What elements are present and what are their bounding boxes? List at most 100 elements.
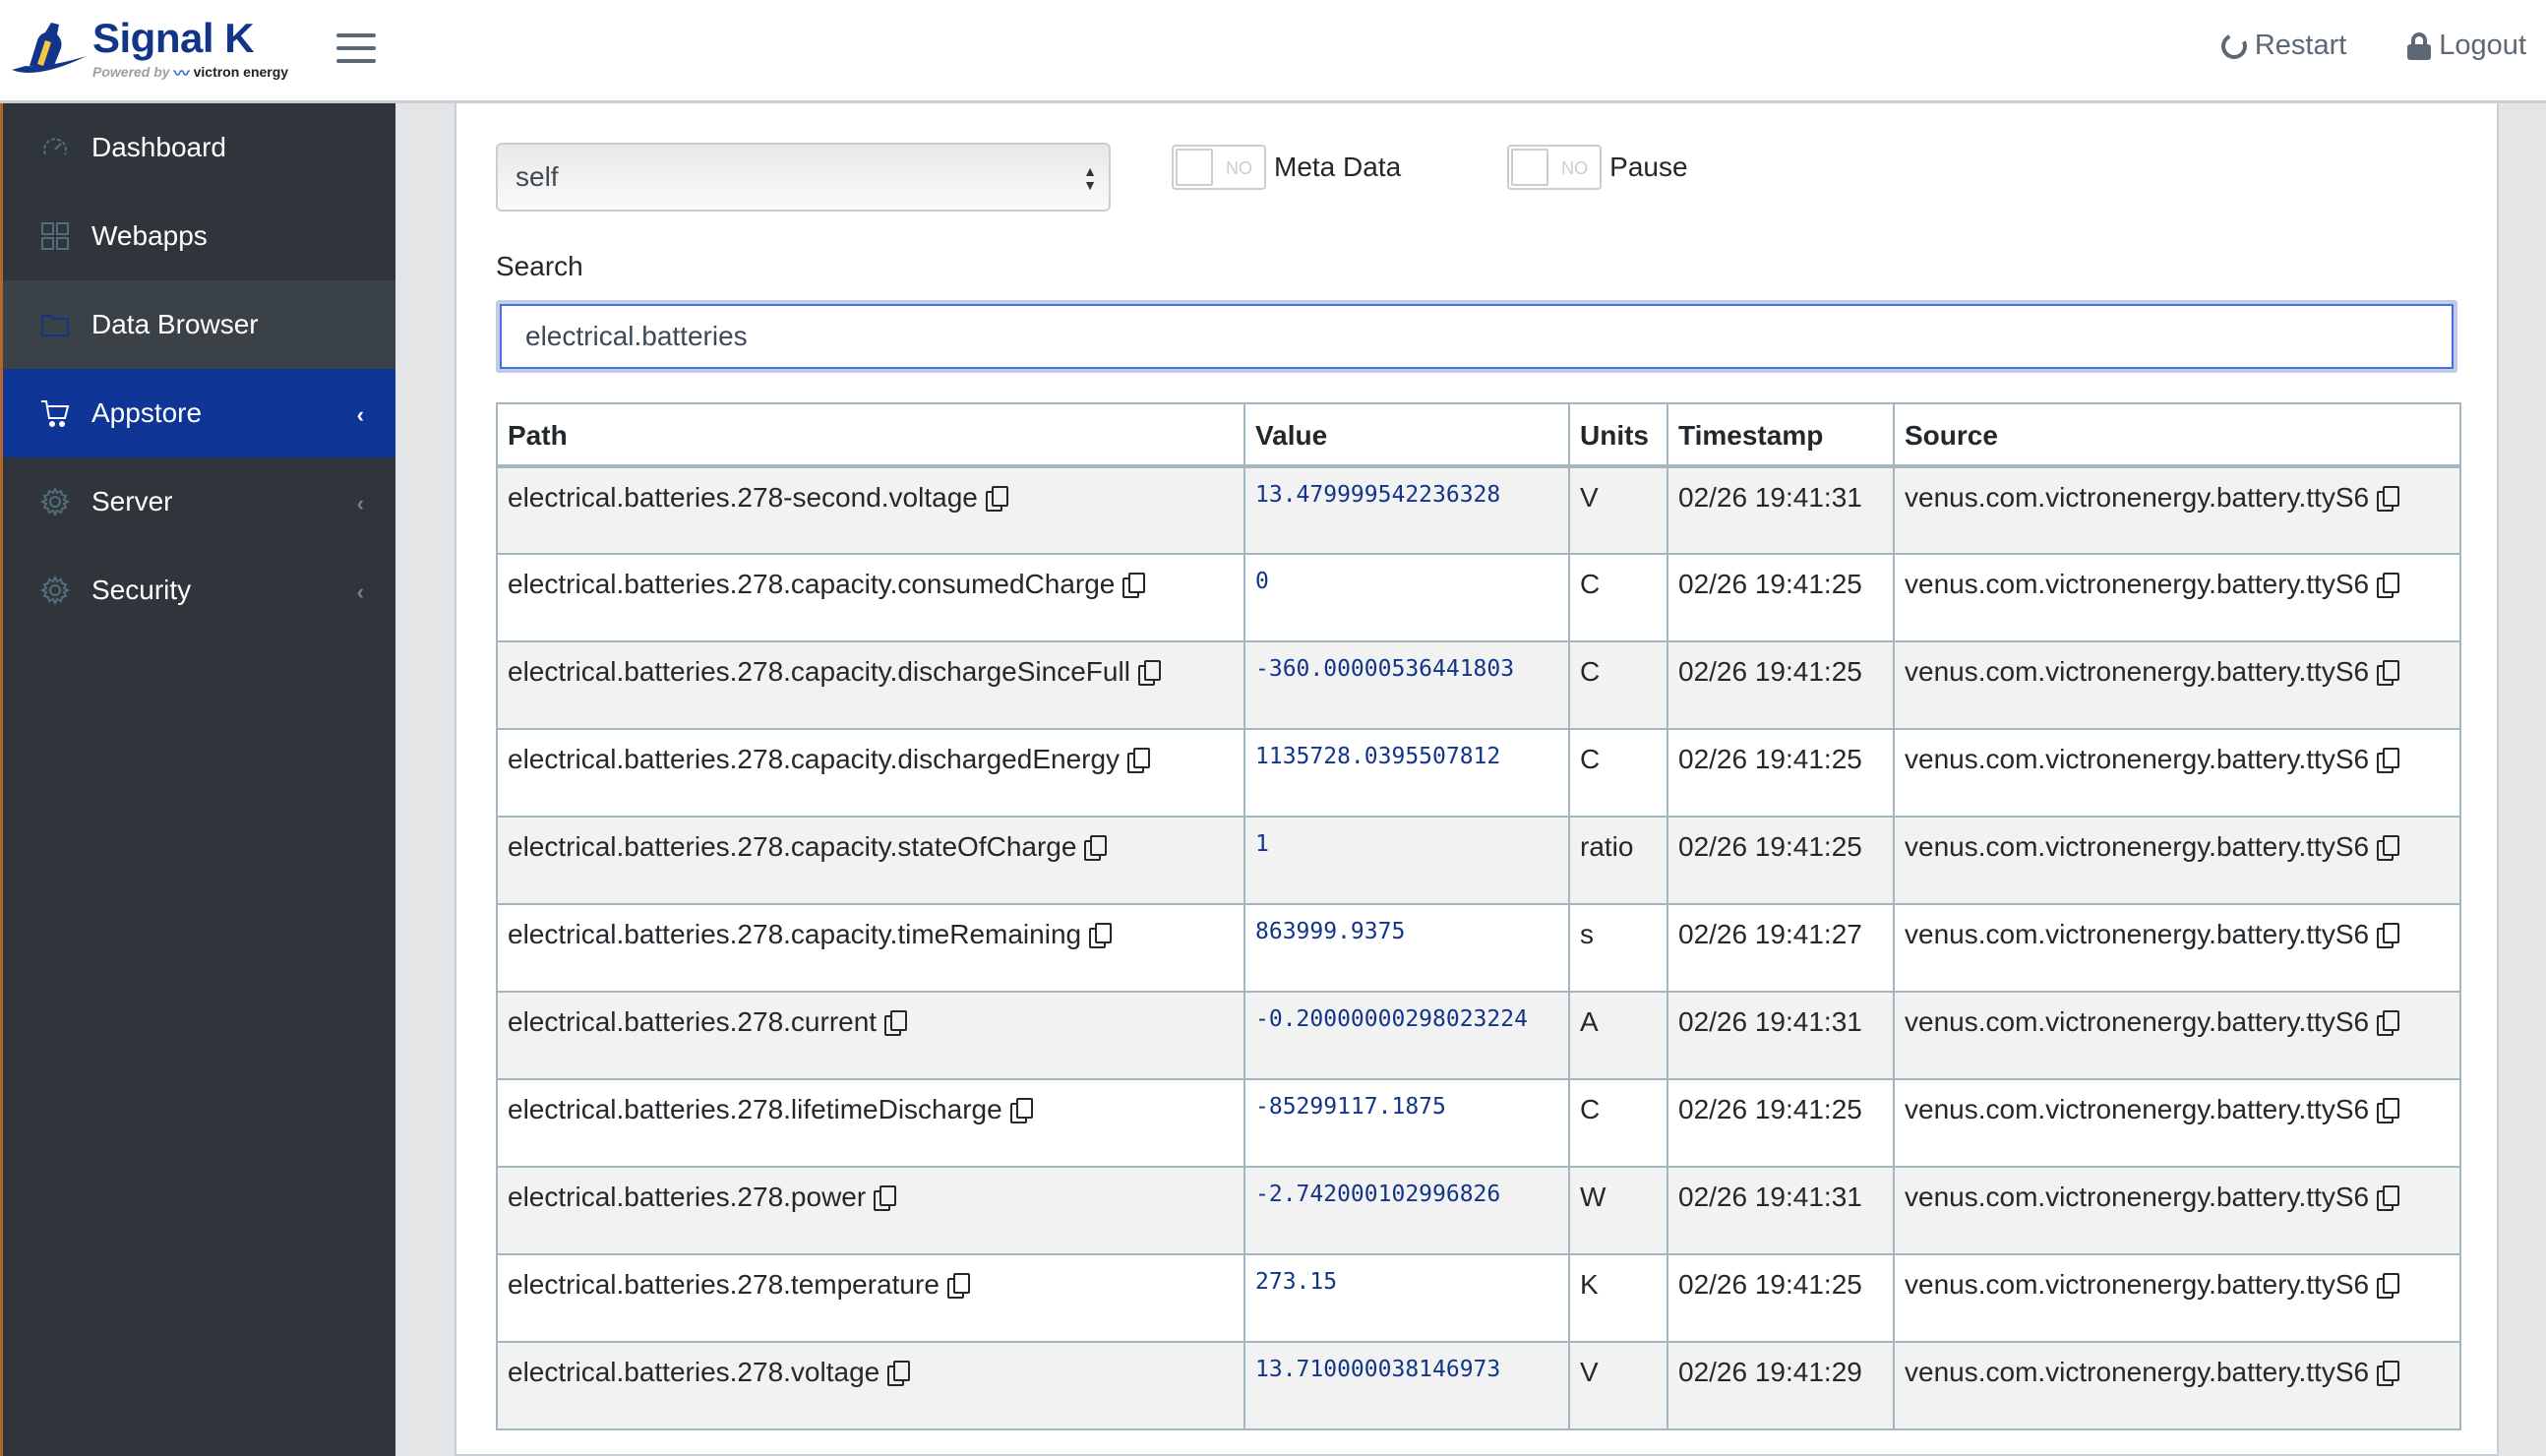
value-cell: 13.479999542236328 xyxy=(1243,465,1570,555)
path-text: electrical.batteries.278.capacity.stateO… xyxy=(508,831,1077,862)
copy-icon[interactable] xyxy=(2377,1273,2400,1299)
header-actions: Restart Logout xyxy=(2217,29,2526,63)
brand-subtitle: Powered by 〰 victron energy xyxy=(92,60,288,84)
sidebar-item-label: Dashboard xyxy=(91,132,226,162)
hamburger-icon xyxy=(336,33,376,37)
value-cell: 273.15 xyxy=(1243,1253,1570,1343)
units-cell: V xyxy=(1568,1341,1668,1430)
copy-icon[interactable] xyxy=(1122,573,1146,598)
table-row: electrical.batteries.278.lifetimeDischar… xyxy=(496,1078,2461,1168)
sidebar-item-webapps[interactable]: Webapps xyxy=(3,192,395,280)
column-header-path[interactable]: Path xyxy=(496,402,1245,468)
source-cell: venus.com.victronenergy.battery.ttyS6 xyxy=(1893,991,2461,1080)
sidebar-item-security[interactable]: Security ‹ xyxy=(3,546,395,635)
units-cell: s xyxy=(1568,903,1668,993)
copy-icon[interactable] xyxy=(2377,573,2400,598)
sidebar-toggle-button[interactable] xyxy=(336,33,376,67)
select-arrows-icon: ▲ ▼ xyxy=(1083,163,1097,193)
sidebar-item-appstore[interactable]: Appstore ‹ xyxy=(3,369,395,457)
source-cell: venus.com.victronenergy.battery.ttyS6 xyxy=(1893,553,2461,642)
value-cell: 1135728.0395507812 xyxy=(1243,728,1570,818)
units-cell: ratio xyxy=(1568,816,1668,905)
copy-icon[interactable] xyxy=(985,486,1008,512)
restart-label: Restart xyxy=(2254,30,2347,61)
path-cell: electrical.batteries.278.capacity.timeRe… xyxy=(496,903,1245,993)
chevron-left-icon[interactable]: ‹ xyxy=(357,579,364,605)
pause-toggle[interactable]: NO Pause xyxy=(1507,145,1688,190)
column-header-value[interactable]: Value xyxy=(1243,402,1570,468)
table-row: electrical.batteries.278-second.voltage 1… xyxy=(496,465,2461,555)
table-row: electrical.batteries.278.current -0.20000… xyxy=(496,991,2461,1080)
copy-icon[interactable] xyxy=(2377,1361,2400,1386)
copy-icon[interactable] xyxy=(2377,1185,2400,1211)
search-input[interactable] xyxy=(500,304,2454,369)
chevron-left-icon[interactable]: ‹ xyxy=(357,491,364,516)
restart-button[interactable]: Restart xyxy=(2217,29,2347,63)
app-header: Signal K Powered by 〰 victron energy Res… xyxy=(0,0,2546,103)
path-cell: electrical.batteries.278.lifetimeDischar… xyxy=(496,1078,1245,1168)
column-header-timestamp[interactable]: Timestamp xyxy=(1667,402,1895,468)
table-row: electrical.batteries.278.power -2.7420001… xyxy=(496,1166,2461,1255)
chevron-left-icon[interactable]: ‹ xyxy=(357,402,364,428)
speedometer-icon xyxy=(40,133,70,162)
path-cell: electrical.batteries.278-second.voltage xyxy=(496,465,1245,555)
meta-data-switch[interactable]: NO xyxy=(1172,145,1266,190)
source-text: venus.com.victronenergy.battery.ttyS6 xyxy=(1905,1006,2370,1037)
column-header-units[interactable]: Units xyxy=(1568,402,1668,468)
path-cell: electrical.batteries.278.temperature xyxy=(496,1253,1245,1343)
timestamp-cell: 02/26 19:41:25 xyxy=(1667,728,1895,818)
copy-icon[interactable] xyxy=(2377,1010,2400,1036)
gear-icon xyxy=(40,576,70,605)
restart-icon xyxy=(2217,29,2251,63)
copy-icon[interactable] xyxy=(1089,923,1113,948)
copy-icon[interactable] xyxy=(2377,835,2400,861)
source-text: venus.com.victronenergy.battery.ttyS6 xyxy=(1905,1094,2370,1124)
sidebar-item-server[interactable]: Server ‹ xyxy=(3,457,395,546)
units-cell: C xyxy=(1568,728,1668,818)
switch-state: NO xyxy=(1226,158,1252,178)
source-cell: venus.com.victronenergy.battery.ttyS6 xyxy=(1893,465,2461,555)
sidebar-item-data-browser[interactable]: Data Browser xyxy=(3,280,395,369)
source-cell: venus.com.victronenergy.battery.ttyS6 xyxy=(1893,1166,2461,1255)
switch-state: NO xyxy=(1561,158,1589,178)
copy-icon[interactable] xyxy=(2377,486,2400,512)
table-body: electrical.batteries.278-second.voltage 1… xyxy=(496,465,2461,1430)
copy-icon[interactable] xyxy=(1127,748,1151,773)
source-text: venus.com.victronenergy.battery.ttyS6 xyxy=(1905,569,2370,599)
source-text: venus.com.victronenergy.battery.ttyS6 xyxy=(1905,744,2370,774)
sidebar-item-dashboard[interactable]: Dashboard xyxy=(3,103,395,192)
source-text: venus.com.victronenergy.battery.ttyS6 xyxy=(1905,1269,2370,1300)
copy-icon[interactable] xyxy=(1137,660,1161,686)
copy-icon[interactable] xyxy=(884,1010,908,1036)
source-text: venus.com.victronenergy.battery.ttyS6 xyxy=(1905,1182,2370,1212)
copy-icon[interactable] xyxy=(946,1273,970,1299)
table-row: electrical.batteries.278.voltage 13.71000… xyxy=(496,1341,2461,1430)
switch-knob xyxy=(1176,149,1213,186)
path-cell: electrical.batteries.278.current xyxy=(496,991,1245,1080)
context-select[interactable]: self ▲ ▼ xyxy=(496,143,1111,212)
copy-icon[interactable] xyxy=(887,1361,911,1386)
copy-icon[interactable] xyxy=(2377,748,2400,773)
copy-icon[interactable] xyxy=(874,1185,897,1211)
path-cell: electrical.batteries.278.power xyxy=(496,1166,1245,1255)
source-cell: venus.com.victronenergy.battery.ttyS6 xyxy=(1893,1341,2461,1430)
logout-button[interactable]: Logout xyxy=(2407,30,2526,62)
brand-logo[interactable]: Signal K Powered by 〰 victron energy xyxy=(8,14,303,89)
copy-icon[interactable] xyxy=(1009,1098,1033,1123)
sidebar-item-label: Appstore xyxy=(91,397,203,428)
value-cell: -85299117.1875 xyxy=(1243,1078,1570,1168)
value-cell: 1 xyxy=(1243,816,1570,905)
copy-icon[interactable] xyxy=(2377,923,2400,948)
copy-icon[interactable] xyxy=(2377,660,2400,686)
copy-icon[interactable] xyxy=(2377,1098,2400,1123)
path-text: electrical.batteries.278.lifetimeDischar… xyxy=(508,1094,1002,1124)
grid-icon xyxy=(40,221,70,251)
pause-switch[interactable]: NO xyxy=(1507,145,1603,190)
timestamp-cell: 02/26 19:41:31 xyxy=(1667,465,1895,555)
lock-icon xyxy=(2407,31,2432,60)
column-header-source[interactable]: Source xyxy=(1893,402,2461,468)
data-table: Path Value Units Timestamp Source electr… xyxy=(496,402,2461,1430)
meta-data-toggle[interactable]: NO Meta Data xyxy=(1172,145,1401,190)
pause-label: Pause xyxy=(1609,152,1688,182)
copy-icon[interactable] xyxy=(1084,835,1108,861)
